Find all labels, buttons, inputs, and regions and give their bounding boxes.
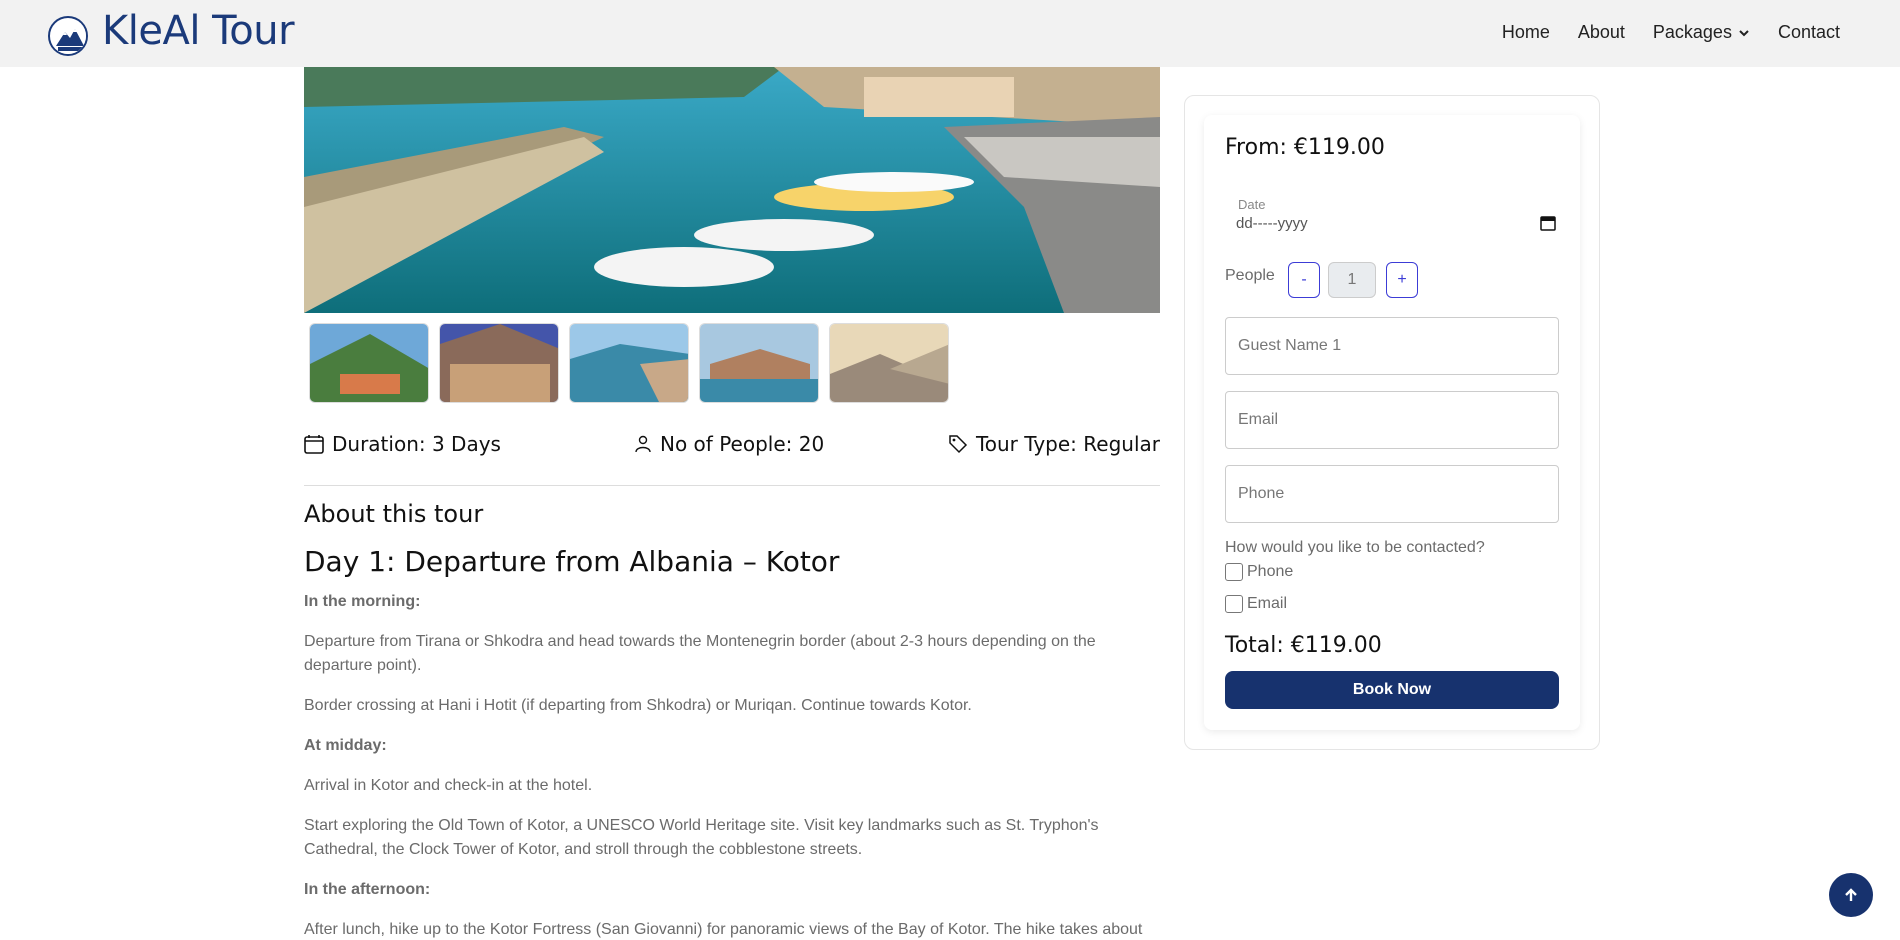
tag-icon <box>949 435 967 454</box>
people-info: No of People: 20 <box>634 432 824 456</box>
duration-info: Duration: 3 Days <box>304 432 501 456</box>
tour-description: In the morning: Departure from Tirana or… <box>304 590 1164 940</box>
paragraph: Border crossing at Hani i Hotit (if depa… <box>304 697 972 714</box>
hero-image <box>304 67 1160 313</box>
date-label: Date <box>1238 197 1266 212</box>
brand-name[interactable]: KleAl Tour <box>102 8 295 54</box>
mountain-logo-icon[interactable] <box>48 16 88 56</box>
decrease-people-button[interactable]: - <box>1288 262 1320 298</box>
gallery-thumbnails <box>309 323 949 403</box>
paragraph: After lunch, hike up to the Kotor Fortre… <box>304 921 1143 938</box>
email-option-label: Email <box>1247 595 1288 612</box>
tour-type-text: Tour Type: Regular <box>975 432 1160 456</box>
email-input[interactable]: Email <box>1225 391 1559 449</box>
arrow-up-icon <box>1845 888 1857 901</box>
phone-checkbox[interactable] <box>1225 563 1243 581</box>
email-checkbox[interactable] <box>1225 595 1243 613</box>
about-heading: About this tour <box>304 500 484 528</box>
duration-text: Duration: 3 Days <box>332 432 501 456</box>
gallery-thumb[interactable] <box>309 323 429 403</box>
total-price: Total: €119.00 <box>1225 633 1382 658</box>
nav-about[interactable]: About <box>1578 22 1625 43</box>
paragraph: Departure from Tirana or Shkodra and hea… <box>304 633 1096 674</box>
people-quantity[interactable]: 1 <box>1328 262 1376 298</box>
booking-card: From: €119.00 Date dd-----yyyy People - … <box>1204 115 1580 730</box>
gallery-thumb[interactable] <box>569 323 689 403</box>
contact-email-option[interactable]: Email <box>1225 595 1287 613</box>
section-label: In the morning: <box>304 593 421 610</box>
paragraph: Start exploring the Old Town of Kotor, a… <box>304 817 1099 858</box>
tour-info-row: Duration: 3 Days No of People: 20 Tour T… <box>304 432 1160 464</box>
people-label: People <box>1225 267 1275 284</box>
gallery-thumb[interactable] <box>829 323 949 403</box>
nav-home[interactable]: Home <box>1502 22 1550 43</box>
section-label: At midday: <box>304 737 387 754</box>
site-header: KleAl Tour Home About Packages Contact <box>0 0 1900 67</box>
phone-option-label: Phone <box>1247 563 1294 580</box>
book-now-button[interactable]: Book Now <box>1225 671 1559 709</box>
from-price: From: €119.00 <box>1225 135 1385 160</box>
section-label: In the afternoon: <box>304 881 431 898</box>
gallery-thumb[interactable] <box>439 323 559 403</box>
nav-contact[interactable]: Contact <box>1778 22 1840 43</box>
calendar-picker-icon[interactable] <box>1540 215 1556 231</box>
paragraph: Arrival in Kotor and check-in at the hot… <box>304 777 593 794</box>
chevron-down-icon <box>1739 29 1749 36</box>
phone-input[interactable]: Phone <box>1225 465 1559 523</box>
contact-question: How would you like to be contacted? <box>1225 539 1485 556</box>
tour-type-info: Tour Type: Regular <box>948 432 1160 456</box>
main-nav: Home About Packages Contact <box>1502 22 1840 43</box>
nav-packages-label: Packages <box>1652 22 1732 42</box>
increase-people-button[interactable]: + <box>1386 262 1418 298</box>
gallery-thumb[interactable] <box>699 323 819 403</box>
nav-packages[interactable]: Packages <box>1653 22 1750 43</box>
back-to-top-button[interactable] <box>1829 873 1873 917</box>
person-icon <box>635 435 651 453</box>
section-divider <box>304 485 1160 486</box>
calendar-icon <box>304 435 324 454</box>
day-heading: Day 1: Departure from Albania – Kotor <box>304 545 840 578</box>
date-input[interactable]: dd-----yyyy <box>1236 215 1308 232</box>
contact-phone-option[interactable]: Phone <box>1225 563 1293 581</box>
people-text: No of People: 20 <box>660 432 825 456</box>
guest-name-input[interactable]: Guest Name 1 <box>1225 317 1559 375</box>
